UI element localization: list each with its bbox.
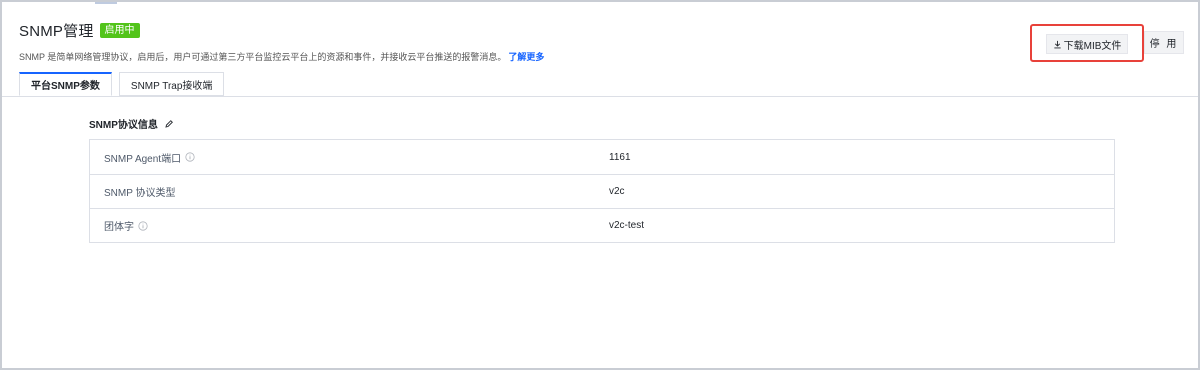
tab-label: 平台SNMP参数: [31, 81, 100, 92]
tab-platform-snmp-params[interactable]: 平台SNMP参数: [19, 72, 112, 96]
row-label: SNMP Agent端口: [104, 153, 182, 165]
row-label: 团体字: [104, 222, 134, 233]
top-accent-bar: [95, 2, 117, 4]
download-mib-label: 下载MIB文件: [1063, 40, 1122, 52]
pencil-icon[interactable]: [164, 119, 174, 129]
section-title: SNMP协议信息: [89, 116, 174, 131]
tab-label: SNMP Trap接收端: [130, 80, 213, 92]
row-label-cell: SNMP Agent端口: [90, 150, 595, 165]
table-row: 团体字 v2c-test: [90, 208, 1114, 242]
tab-snmp-trap-receiver[interactable]: SNMP Trap接收端: [118, 72, 225, 96]
snmp-info-table: SNMP Agent端口 1161 SNMP 协议类型 v2c 团体字 v2c-…: [89, 139, 1115, 243]
page-description: SNMP 是简单网络管理协议，启用后，用户可通过第三方平台监控云平台上的资源和事…: [19, 50, 544, 63]
status-badge: 启用中: [99, 23, 140, 38]
table-row: SNMP 协议类型 v2c: [90, 174, 1114, 208]
row-label-cell: 团体字: [90, 218, 595, 233]
download-highlight-box: 下载MIB文件: [1030, 24, 1144, 62]
download-icon: [1053, 40, 1062, 49]
info-circle-icon[interactable]: [138, 220, 148, 231]
disable-label: 停 用: [1149, 39, 1179, 50]
learn-more-link[interactable]: 了解更多: [508, 52, 544, 62]
download-mib-button[interactable]: 下载MIB文件: [1046, 34, 1128, 54]
description-text: SNMP 是简单网络管理协议，启用后，用户可通过第三方平台监控云平台上的资源和事…: [19, 52, 507, 62]
disable-button[interactable]: 停 用: [1144, 31, 1184, 54]
tab-bar: 平台SNMP参数 SNMP Trap接收端: [19, 72, 225, 96]
page-header: SNMP管理 启用中 SNMP 是简单网络管理协议，启用后，用户可通过第三方平台…: [19, 20, 544, 63]
tabs-divider: [2, 96, 1198, 97]
info-circle-icon[interactable]: [185, 152, 195, 162]
row-value: 1161: [609, 151, 631, 163]
table-row: SNMP Agent端口 1161: [90, 140, 1114, 174]
row-value: v2c-test: [609, 220, 645, 231]
section-title-text: SNMP协议信息: [89, 120, 158, 131]
row-label-cell: SNMP 协议类型: [90, 184, 595, 199]
row-label: SNMP 协议类型: [104, 188, 176, 199]
title-row: SNMP管理 启用中: [19, 20, 544, 41]
row-value: v2c: [609, 186, 625, 197]
page-title: SNMP管理: [19, 23, 94, 40]
